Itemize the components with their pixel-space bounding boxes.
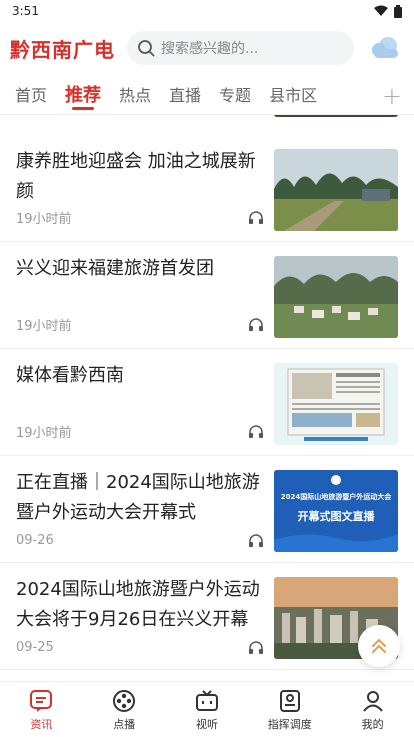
partial-thumbnail [274, 115, 398, 117]
news-time: 19小时前 [16, 426, 72, 441]
nav-profile[interactable]: 我的 [331, 682, 414, 737]
add-channel-button[interactable]: + [382, 82, 402, 110]
tab-counties[interactable]: 县市区 [260, 74, 326, 114]
nav-tv-label: 视听 [195, 717, 218, 731]
news-thumbnail [274, 149, 398, 231]
news-feed: 康养胜地迎盛会 加油之城展新颜 19小时前 兴义迎来福建旅游首发团 19小时前 [0, 115, 414, 682]
news-title: 2024国际山地旅游暨户外运动大会将于9月26日在兴义开幕 [16, 579, 260, 630]
live-thumb-line2: 开幕式图文直播 [297, 510, 375, 523]
status-icons [374, 4, 402, 18]
news-time: 19小时前 [16, 212, 72, 227]
search-input[interactable]: 搜索感兴趣的... [127, 31, 354, 65]
headphone-icon[interactable] [248, 533, 264, 548]
search-icon [138, 40, 155, 57]
nav-dispatch-label: 指挥调度 [267, 717, 312, 731]
headphone-icon[interactable] [248, 640, 264, 655]
list-item[interactable]: 媒体看黔西南 19小时前 [0, 349, 414, 456]
app-logo: 黔西南广电 [10, 37, 115, 62]
bottom-nav: 资讯 点播 视听 指挥调度 我的 [0, 681, 414, 737]
nav-tv[interactable]: 视听 [166, 682, 249, 737]
wifi-icon [374, 5, 388, 16]
headphone-icon[interactable] [248, 317, 264, 332]
partial-list-item [0, 115, 414, 135]
tab-home[interactable]: 首页 [6, 74, 56, 114]
dispatch-icon [279, 689, 300, 712]
news-title: 正在直播｜2024国际山地旅游暨户外运动大会开幕式 [16, 472, 260, 523]
live-thumb-line1: 2024国际山地旅游暨户外运动大会 [280, 493, 392, 501]
channel-tabs: 首页 推荐 热点 直播 专题 县市区 + [0, 74, 414, 115]
search-placeholder: 搜索感兴趣的... [161, 41, 259, 57]
list-item[interactable]: 2024国际山地旅游暨户外运动大会将于9月26日在兴义开幕 09-25 [0, 563, 414, 670]
nav-vod-label: 点播 [113, 717, 136, 731]
news-time: 09-25 [16, 640, 54, 655]
app-header: 黔西南广电 搜索感兴趣的... [0, 22, 414, 74]
nav-dispatch[interactable]: 指挥调度 [248, 682, 331, 737]
news-time: 09-26 [16, 533, 54, 548]
headphone-icon[interactable] [248, 210, 264, 225]
live-thumbnail: 2024国际山地旅游暨户外运动大会 开幕式图文直播 [274, 470, 398, 552]
nav-news[interactable]: 资讯 [0, 682, 83, 737]
tab-recommend[interactable]: 推荐 [56, 74, 110, 114]
tab-live[interactable]: 直播 [160, 74, 210, 114]
tv-icon [195, 689, 218, 711]
news-thumbnail [274, 256, 398, 338]
status-bar: 3:51 [0, 0, 414, 22]
news-time: 19小时前 [16, 319, 72, 334]
chevron-up-icon [372, 638, 386, 653]
tab-hot[interactable]: 热点 [110, 74, 160, 114]
news-icon [30, 689, 53, 712]
tab-topics[interactable]: 专题 [210, 74, 260, 114]
nav-news-label: 资讯 [30, 717, 53, 731]
user-icon [362, 690, 383, 712]
cloud-icon [372, 37, 398, 58]
list-item[interactable]: 康养胜地迎盛会 加油之城展新颜 19小时前 [0, 135, 414, 242]
nav-profile-label: 我的 [361, 717, 384, 731]
headphone-icon[interactable] [248, 424, 264, 439]
news-thumbnail [274, 363, 398, 445]
battery-icon [394, 4, 402, 18]
film-reel-icon [113, 689, 136, 712]
list-item[interactable]: 兴义迎来福建旅游首发团 19小时前 [0, 242, 414, 349]
weather-button[interactable] [366, 33, 404, 63]
news-title: 康养胜地迎盛会 加油之城展新颜 [16, 151, 256, 202]
news-title: 兴义迎来福建旅游首发团 [16, 258, 214, 279]
news-title: 媒体看黔西南 [16, 365, 124, 386]
list-item[interactable]: 正在直播｜2024国际山地旅游暨户外运动大会开幕式 09-26 2024国际山地… [0, 456, 414, 563]
nav-vod[interactable]: 点播 [83, 682, 166, 737]
status-time: 3:51 [12, 4, 39, 18]
back-to-top-button[interactable] [358, 625, 400, 667]
